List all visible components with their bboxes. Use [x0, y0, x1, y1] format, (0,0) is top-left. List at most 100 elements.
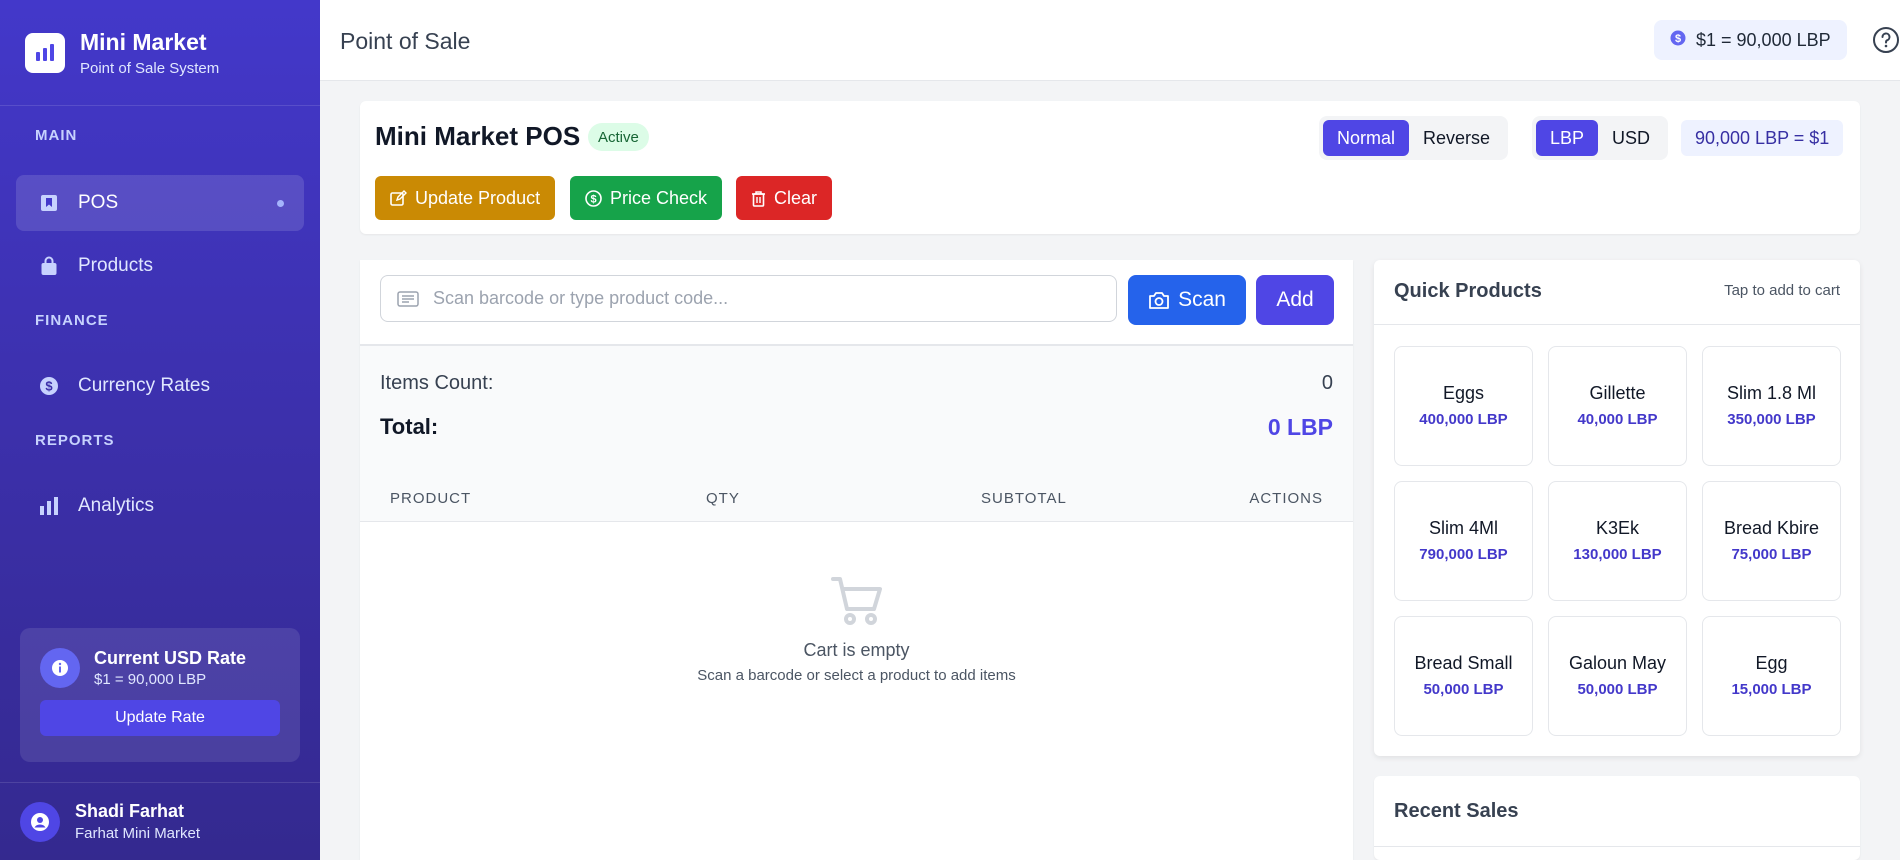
product-price: 130,000 LBP [1573, 546, 1662, 563]
status-badge: Active [588, 123, 649, 151]
page-title: Point of Sale [340, 28, 471, 54]
barcode-icon [397, 290, 419, 307]
user-profile[interactable]: Shadi Farhat Farhat Mini Market [0, 782, 320, 860]
sidebar-item-label: Currency Rates [78, 375, 210, 396]
dollar-circle-icon: $ [38, 375, 60, 397]
sidebar-item-currency-rates[interactable]: $ Currency Rates [16, 358, 304, 414]
column-header-actions: ACTIONS [1249, 490, 1323, 507]
product-name: Slim 1.8 Ml [1726, 383, 1816, 403]
product-card[interactable]: K3Ek 130,000 LBP [1548, 481, 1687, 601]
empty-cart-subtitle: Scan a barcode or select a product to ad… [697, 667, 1016, 684]
mode-toggle: Normal Reverse [1319, 116, 1509, 160]
dollar-circle-icon: $ [585, 189, 602, 207]
bar-chart-icon [38, 495, 60, 517]
user-store: Farhat Mini Market [75, 825, 201, 842]
help-icon[interactable] [1872, 26, 1900, 59]
info-icon [40, 648, 80, 688]
active-indicator-dot [277, 199, 284, 207]
brand: Mini Market Point of Sale System [0, 0, 320, 106]
barcode-input[interactable] [433, 288, 1093, 309]
quick-products-panel: Quick Products Tap to add to cart Eggs 4… [1374, 260, 1860, 756]
scan-label: Scan [1178, 288, 1226, 311]
bookmark-icon [38, 192, 60, 214]
product-name: Bread Small [1414, 653, 1513, 673]
product-price: 400,000 LBP [1419, 411, 1508, 428]
sidebar-item-pos[interactable]: POS [16, 175, 304, 231]
topbar: Point of Sale $ $1 = 90,000 LBP [320, 0, 1900, 81]
shopping-cart-icon [830, 577, 882, 625]
product-name: K3Ek [1595, 518, 1640, 538]
product-card[interactable]: Slim 4Ml 790,000 LBP [1394, 481, 1533, 601]
product-card[interactable]: Egg 15,000 LBP [1702, 616, 1841, 736]
sidebar-item-label: Analytics [78, 495, 155, 516]
product-card[interactable]: Galoun May 50,000 LBP [1548, 616, 1687, 736]
sidebar-item-label: POS [78, 192, 119, 213]
conversion-chip: 90,000 LBP = $1 [1681, 120, 1844, 156]
quick-products-title: Quick Products [1394, 280, 1542, 302]
recent-sales-title: Recent Sales [1394, 800, 1519, 822]
product-price: 40,000 LBP [1577, 411, 1658, 428]
column-header-qty: QTY [706, 490, 740, 507]
cart-empty-state: Cart is empty Scan a barcode or select a… [360, 575, 1353, 684]
camera-icon [1149, 292, 1169, 309]
clear-button[interactable]: Clear [736, 176, 833, 220]
current-rate-card: Current USD Rate $1 = 90,000 LBP Update … [20, 628, 300, 762]
product-price: 50,000 LBP [1577, 681, 1658, 698]
product-name: Bread Kbire [1723, 518, 1820, 538]
sidebar-item-label: Products [78, 255, 153, 276]
column-header-subtotal: SUBTOTAL [981, 490, 1067, 507]
sidebar-item-products[interactable]: Products [16, 238, 304, 294]
product-name: Egg [1755, 653, 1788, 673]
items-count-label: Items Count: [380, 372, 494, 394]
edit-icon [390, 189, 407, 206]
total-value: 0 LBP [1267, 414, 1333, 440]
pos-title: Mini Market POS [375, 121, 581, 151]
brand-logo-icon [25, 32, 65, 73]
update-rate-button[interactable]: Update Rate [40, 700, 280, 736]
rate-card-title: Current USD Rate [94, 648, 247, 668]
product-card[interactable]: Eggs 400,000 LBP [1394, 346, 1533, 466]
add-button[interactable]: Add [1256, 275, 1334, 325]
product-price: 790,000 LBP [1419, 546, 1508, 563]
rate-card-value: $1 = 90,000 LBP [94, 671, 207, 688]
product-price: 75,000 LBP [1731, 546, 1812, 563]
svg-text:$: $ [590, 193, 596, 205]
product-name: Galoun May [1568, 653, 1667, 673]
product-card[interactable]: Bread Small 50,000 LBP [1394, 616, 1533, 736]
sidebar: Mini Market Point of Sale System MAIN PO… [0, 0, 320, 860]
svg-text:$: $ [45, 379, 53, 394]
sidebar-item-analytics[interactable]: Analytics [16, 478, 304, 534]
empty-cart-title: Cart is empty [803, 640, 910, 660]
items-count-value: 0 [1321, 372, 1333, 394]
cart-totals: Items Count: 0 Total: 0 LBP [360, 346, 1353, 472]
product-name: Eggs [1442, 383, 1485, 403]
brand-title: Mini Market [80, 28, 207, 55]
divider [1374, 846, 1860, 847]
cart-panel: Scan Add Items Count: 0 Total: 0 LBP PRO… [360, 260, 1353, 860]
section-label-main: MAIN [35, 127, 78, 144]
currency-toggle: LBP USD [1532, 116, 1669, 160]
product-price: 50,000 LBP [1423, 681, 1504, 698]
product-name: Slim 4Ml [1428, 518, 1498, 538]
currency-usd-button[interactable]: USD [1598, 120, 1664, 156]
update-product-label: Update Product [415, 187, 541, 208]
scan-button[interactable]: Scan [1128, 275, 1246, 325]
shopping-bag-icon [38, 255, 60, 277]
trash-icon [752, 190, 765, 207]
product-card[interactable]: Slim 1.8 Ml 350,000 LBP [1702, 346, 1841, 466]
mode-normal-button[interactable]: Normal [1323, 120, 1410, 156]
currency-lbp-button[interactable]: LBP [1536, 120, 1599, 156]
update-product-button[interactable]: Update Product [375, 176, 556, 220]
user-name: Shadi Farhat [75, 801, 185, 821]
quick-products-hint: Tap to add to cart [1724, 282, 1840, 299]
product-card[interactable]: Bread Kbire 75,000 LBP [1702, 481, 1841, 601]
column-header-product: PRODUCT [390, 490, 472, 507]
recent-sales-panel: Recent Sales [1374, 776, 1860, 860]
mode-reverse-button[interactable]: Reverse [1409, 120, 1504, 156]
price-check-button[interactable]: $ Price Check [570, 176, 723, 220]
section-label-reports: REPORTS [35, 432, 115, 449]
pos-header-card: Mini Market POS Active Update Product $ … [360, 101, 1860, 234]
total-label: Total: [380, 414, 439, 439]
product-card[interactable]: Gillette 40,000 LBP [1548, 346, 1687, 466]
header-rate-text: $1 = 90,000 LBP [1696, 29, 1831, 50]
